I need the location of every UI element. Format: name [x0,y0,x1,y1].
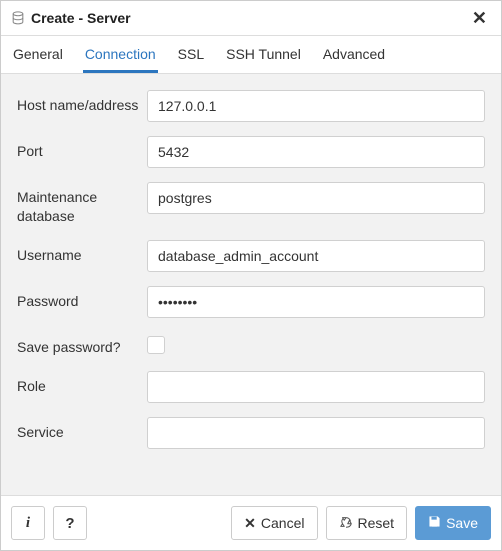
tab-general[interactable]: General [11,36,65,73]
save-icon [428,515,441,531]
tab-ssh-tunnel[interactable]: SSH Tunnel [224,36,303,73]
row-port: Port [17,136,485,168]
reset-button[interactable]: Reset [326,506,408,540]
role-input[interactable] [147,371,485,403]
tab-connection[interactable]: Connection [83,36,158,73]
row-service: Service [17,417,485,449]
tab-advanced[interactable]: Advanced [321,36,387,73]
form-area: Host name/address Port Maintenance datab… [1,74,501,495]
cancel-icon: ✕ [244,516,256,530]
tab-ssl[interactable]: SSL [176,36,206,73]
row-save-password: Save password? [17,332,485,357]
info-button[interactable]: i [11,506,45,540]
info-icon: i [26,515,30,532]
password-input[interactable] [147,286,485,318]
port-label: Port [17,136,147,161]
dialog-title: Create - Server [31,10,468,26]
close-icon[interactable]: ✕ [468,9,491,27]
row-host: Host name/address [17,90,485,122]
dialog-footer: i ? ✕ Cancel Reset Save [1,495,501,550]
row-role: Role [17,371,485,403]
tab-bar: General Connection SSL SSH Tunnel Advanc… [1,36,501,74]
dialog-titlebar: Create - Server ✕ [1,1,501,36]
row-username: Username [17,240,485,272]
service-label: Service [17,417,147,442]
create-server-dialog: Create - Server ✕ General Connection SSL… [0,0,502,551]
save-button[interactable]: Save [415,506,491,540]
row-maintdb: Maintenance database [17,182,485,226]
reset-label: Reset [358,515,395,531]
port-input[interactable] [147,136,485,168]
host-input[interactable] [147,90,485,122]
username-input[interactable] [147,240,485,272]
maintdb-input[interactable] [147,182,485,214]
row-password: Password [17,286,485,318]
service-input[interactable] [147,417,485,449]
cancel-label: Cancel [261,515,305,531]
savepw-label: Save password? [17,332,147,357]
username-label: Username [17,240,147,265]
help-button[interactable]: ? [53,506,87,540]
save-label: Save [446,515,478,531]
cancel-button[interactable]: ✕ Cancel [231,506,317,540]
password-label: Password [17,286,147,311]
maintdb-label: Maintenance database [17,182,147,226]
help-icon: ? [65,515,74,532]
host-label: Host name/address [17,90,147,115]
savepw-checkbox[interactable] [147,336,165,354]
role-label: Role [17,371,147,396]
recycle-icon [339,515,353,532]
database-icon [11,11,25,25]
